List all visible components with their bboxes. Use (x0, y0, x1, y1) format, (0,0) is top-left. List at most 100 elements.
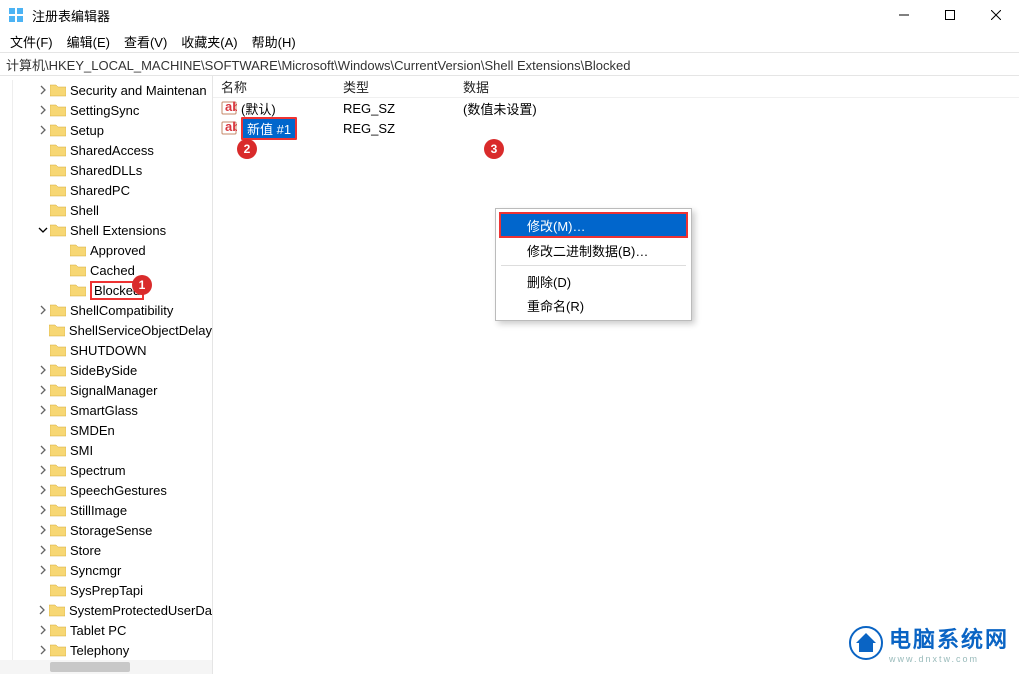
value-name: 新值 #1 (241, 117, 297, 140)
tree-item-stillimage[interactable]: StillImage (0, 500, 212, 520)
tree-item-store[interactable]: Store (0, 540, 212, 560)
context-menu-delete-label: 删除(D) (527, 272, 571, 291)
chevron-right-icon[interactable] (36, 363, 50, 377)
tree-item-label: SignalManager (70, 383, 157, 398)
tree-item-spectrum[interactable]: Spectrum (0, 460, 212, 480)
chevron-down-icon[interactable] (36, 223, 50, 237)
tree-item-syncmgr[interactable]: Syncmgr (0, 560, 212, 580)
menu-favorites[interactable]: 收藏夹(A) (175, 30, 243, 53)
chevron-right-icon[interactable] (36, 303, 50, 317)
watermark-url: www.dnxtw.com (889, 654, 1009, 664)
chevron-right-icon[interactable] (36, 403, 50, 417)
tree-item-settingsync[interactable]: SettingSync (0, 100, 212, 120)
tree-item-sidebyside[interactable]: SideBySide (0, 360, 212, 380)
menu-edit[interactable]: 编辑(E) (61, 30, 116, 53)
column-header-type[interactable]: 类型 (335, 76, 455, 97)
tree-item-smi[interactable]: SMI (0, 440, 212, 460)
horizontal-scrollbar[interactable] (0, 660, 212, 674)
chevron-right-icon[interactable] (36, 383, 50, 397)
tree-item-label: ShellServiceObjectDelay (69, 323, 212, 338)
address-path: 计算机\HKEY_LOCAL_MACHINE\SOFTWARE\Microsof… (6, 55, 630, 74)
list-panel: 名称 类型 数据 ab(默认)REG_SZ(数值未设置)ab新值 #1REG_S… (213, 76, 1019, 674)
chevron-right-icon[interactable] (36, 483, 50, 497)
address-bar[interactable]: 计算机\HKEY_LOCAL_MACHINE\SOFTWARE\Microsof… (0, 52, 1019, 76)
tree-item-shell-extensions[interactable]: Shell Extensions (0, 220, 212, 240)
tree-item-systemprotecteduserda[interactable]: SystemProtectedUserDa (0, 600, 212, 620)
tree-item-label: SystemProtectedUserDa (69, 603, 212, 618)
tree-item-sharedaccess[interactable]: SharedAccess (0, 140, 212, 160)
tree-item-label: StorageSense (70, 523, 152, 538)
tree-item-shellcompatibility[interactable]: ShellCompatibility (0, 300, 212, 320)
context-menu-modify[interactable]: 修改(M)… (499, 212, 688, 238)
menu-view[interactable]: 查看(V) (118, 30, 173, 53)
tree-item-smden[interactable]: SMDEn (0, 420, 212, 440)
chevron-right-icon[interactable] (36, 443, 50, 457)
close-button[interactable] (973, 0, 1019, 30)
tree-item-label: Syncmgr (70, 563, 121, 578)
chevron-right-icon[interactable] (36, 463, 50, 477)
tree-item-blocked[interactable]: Blocked (0, 280, 212, 300)
chevron-right-icon[interactable] (36, 103, 50, 117)
tree-item-label: SharedDLLs (70, 163, 142, 178)
tree-item-storagesense[interactable]: StorageSense (0, 520, 212, 540)
value-type: REG_SZ (335, 121, 455, 136)
tree-item-signalmanager[interactable]: SignalManager (0, 380, 212, 400)
house-icon (849, 626, 883, 660)
tree-item-label: SharedAccess (70, 143, 154, 158)
menu-file[interactable]: 文件(F) (4, 30, 59, 53)
chevron-right-icon[interactable] (36, 623, 50, 637)
tree-item-cached[interactable]: Cached (0, 260, 212, 280)
tree-item-label: StillImage (70, 503, 127, 518)
maximize-button[interactable] (927, 0, 973, 30)
context-menu-rename[interactable]: 重命名(R) (499, 293, 688, 317)
chevron-right-icon[interactable] (36, 563, 50, 577)
chevron-right-icon[interactable] (36, 503, 50, 517)
tree-item-label: Shell (70, 203, 99, 218)
chevron-right-icon[interactable] (36, 123, 50, 137)
column-header-name[interactable]: 名称 (213, 76, 335, 97)
tree-item-label: SpeechGestures (70, 483, 167, 498)
menu-help[interactable]: 帮助(H) (246, 30, 302, 53)
chevron-right-icon[interactable] (36, 83, 50, 97)
chevron-right-icon[interactable] (36, 603, 49, 617)
context-menu-delete[interactable]: 删除(D) (499, 269, 688, 293)
tree-item-label: SharedPC (70, 183, 130, 198)
tree-item-syspreptapi[interactable]: SysPrepTapi (0, 580, 212, 600)
tree-item-label: SMDEn (70, 423, 115, 438)
tree-item-label: Telephony (70, 643, 129, 658)
list-row[interactable]: ab(默认)REG_SZ(数值未设置) (213, 98, 1019, 118)
column-header-data[interactable]: 数据 (455, 76, 1019, 97)
tree-item-security-and-maintenan[interactable]: Security and Maintenan (0, 80, 212, 100)
tree-item-label: SettingSync (70, 103, 139, 118)
app-icon (8, 7, 24, 23)
menu-bar: 文件(F) 编辑(E) 查看(V) 收藏夹(A) 帮助(H) (0, 30, 1019, 52)
chevron-right-icon[interactable] (36, 643, 50, 657)
tree-item-shareddlls[interactable]: SharedDLLs (0, 160, 212, 180)
tree-item-shutdown[interactable]: SHUTDOWN (0, 340, 212, 360)
value-type: REG_SZ (335, 101, 455, 116)
chevron-right-icon[interactable] (36, 543, 50, 557)
tree-item-shell[interactable]: Shell (0, 200, 212, 220)
chevron-right-icon[interactable] (36, 523, 50, 537)
tree-item-speechgestures[interactable]: SpeechGestures (0, 480, 212, 500)
minimize-button[interactable] (881, 0, 927, 30)
list-row[interactable]: ab 新值 #1 REG_SZ (213, 118, 1019, 138)
tree-item-setup[interactable]: Setup (0, 120, 212, 140)
context-menu-modify-label: 修改(M)… (527, 216, 586, 235)
watermark: 电脑系统网 www.dnxtw.com (849, 622, 1009, 664)
scrollbar-thumb[interactable] (50, 662, 130, 672)
tree-item-shellserviceobjectdelay[interactable]: ShellServiceObjectDelay (0, 320, 212, 340)
tree-item-label: SMI (70, 443, 93, 458)
tree-item-tablet-pc[interactable]: Tablet PC (0, 620, 212, 640)
annotation-1: 1 (132, 275, 152, 295)
value-name: (默认) (241, 99, 276, 118)
tree-item-smartglass[interactable]: SmartGlass (0, 400, 212, 420)
tree-item-sharedpc[interactable]: SharedPC (0, 180, 212, 200)
context-menu-separator (501, 265, 686, 266)
context-menu: 修改(M)… 修改二进制数据(B)… 删除(D) 重命名(R) (495, 208, 692, 321)
tree-item-approved[interactable]: Approved (0, 240, 212, 260)
context-menu-modify-binary[interactable]: 修改二进制数据(B)… (499, 238, 688, 262)
svg-text:ab: ab (225, 120, 237, 134)
context-menu-rename-label: 重命名(R) (527, 296, 584, 315)
tree-item-telephony[interactable]: Telephony (0, 640, 212, 660)
